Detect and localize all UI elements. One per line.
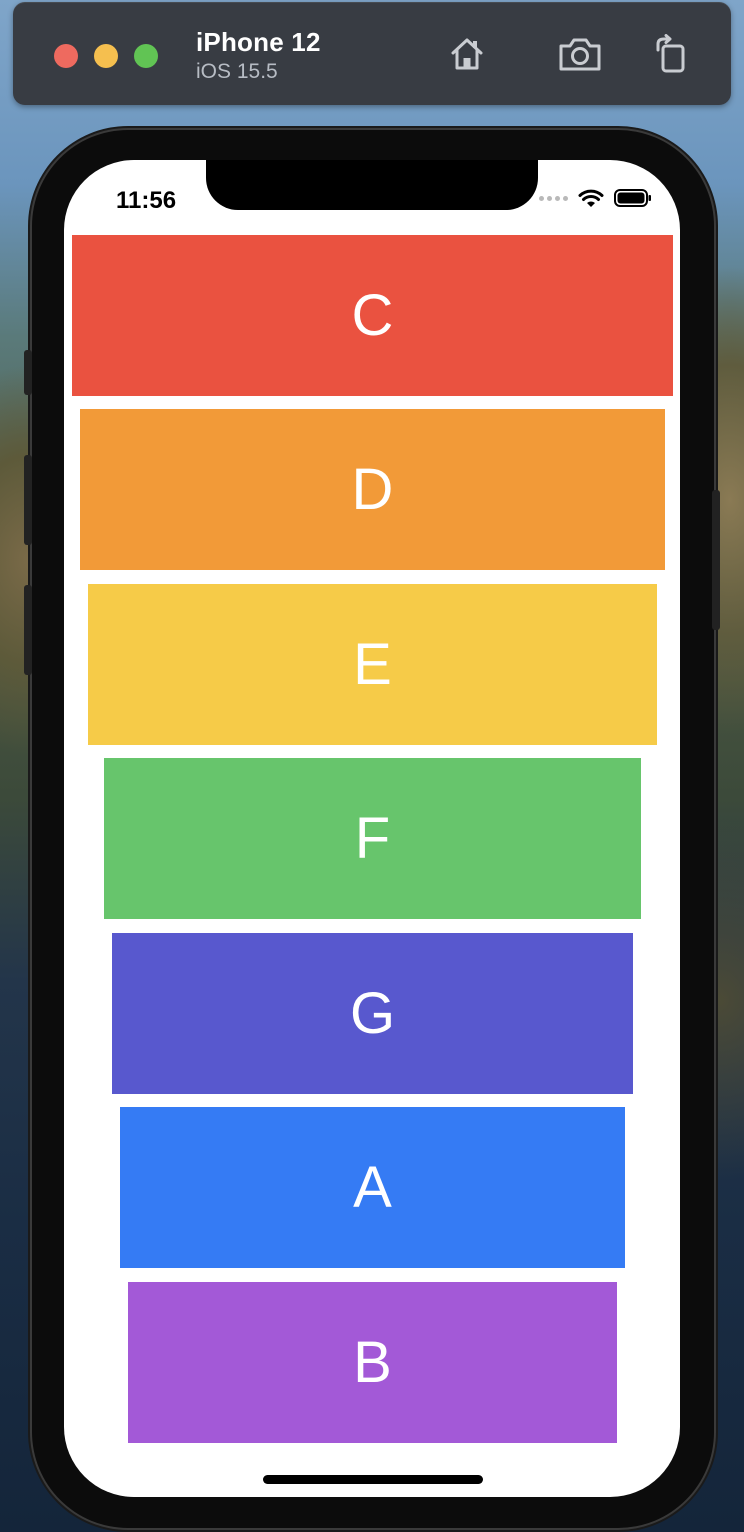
item-label: A [353,1155,392,1220]
rotate-icon [656,34,685,73]
battery-icon [614,189,651,207]
status-icons [539,188,652,208]
volume-up-button [24,455,32,545]
mute-switch [24,350,32,395]
list-item-g[interactable]: G [112,933,633,1094]
home-indicator[interactable] [263,1475,483,1484]
minimize-window-button[interactable] [94,44,118,68]
rotate-button[interactable] [646,30,694,78]
phone-screen: 11:56 C D E F G A B [64,160,680,1497]
item-label: D [351,457,394,522]
list-item-b[interactable]: B [128,1282,617,1443]
item-label: F [354,806,391,871]
volume-down-button [24,585,32,675]
home-icon [451,38,483,70]
list-item-e[interactable]: E [88,584,657,745]
home-button[interactable] [443,30,491,78]
screenshot-button[interactable] [556,30,604,78]
device-name: iPhone 12 [196,27,321,57]
signal-dots-icon [539,195,568,201]
status-time: 11:56 [116,187,177,214]
simulator-toolbar: iPhone 12 iOS 15.5 [13,2,731,105]
notch [206,160,538,210]
wifi-icon [578,189,604,207]
item-label: B [353,1330,392,1395]
item-label: G [349,981,396,1046]
list-item-d[interactable]: D [80,409,665,570]
side-button [712,490,720,630]
item-label: E [353,632,392,697]
list-item-f[interactable]: F [104,758,641,919]
screenshot-icon [559,38,601,71]
os-version: iOS 15.5 [196,60,278,83]
list-item-a[interactable]: A [120,1107,625,1268]
close-window-button[interactable] [54,44,78,68]
item-label: C [351,283,394,348]
list-item-c[interactable]: C [72,235,673,396]
zoom-window-button[interactable] [134,44,158,68]
